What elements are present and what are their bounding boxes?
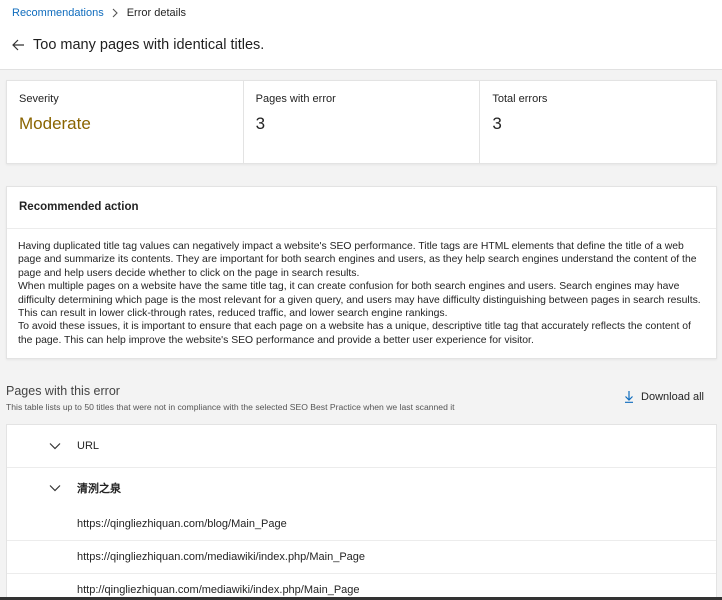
pages-table: URL 清洌之泉 https://qingliezhiquan.com/blog…: [6, 424, 717, 600]
title-group-label: 清洌之泉: [77, 483, 121, 495]
table-row[interactable]: https://qingliezhiquan.com/mediawiki/ind…: [7, 541, 716, 574]
arrow-left-icon[interactable]: [11, 38, 25, 52]
download-icon: [624, 390, 634, 403]
table-row[interactable]: https://qingliezhiquan.com/blog/Main_Pag…: [7, 508, 716, 541]
pages-with-error-label: Pages with error: [255, 93, 336, 105]
url-column-header[interactable]: URL: [77, 440, 99, 452]
error-summary-card: Severity Moderate Pages with error 3 Tot…: [6, 80, 717, 164]
title-group-row[interactable]: 清洌之泉: [7, 468, 716, 508]
pages-section-title: Pages with this error: [6, 384, 120, 398]
header: Recommendations Error details Too many p…: [0, 0, 722, 70]
pages-with-error-stat: Pages with error 3: [244, 81, 481, 163]
pages-section-subtitle: This table lists up to 50 titles that we…: [6, 402, 455, 412]
total-errors-value: 3: [492, 114, 502, 133]
url-cell: http://qingliezhiquan.com/mediawiki/inde…: [77, 584, 360, 596]
recommended-paragraph: When multiple pages on a website have th…: [18, 281, 701, 320]
total-errors-stat: Total errors 3: [480, 81, 716, 163]
url-cell: https://qingliezhiquan.com/mediawiki/ind…: [77, 551, 366, 563]
table-header-row: URL: [7, 425, 716, 468]
page-title: Too many pages with identical titles.: [33, 37, 265, 53]
pages-with-error-value: 3: [255, 114, 266, 133]
chevron-down-icon[interactable]: [49, 442, 61, 450]
download-all-label: Download all: [641, 390, 704, 403]
url-cell: https://qingliezhiquan.com/blog/Main_Pag…: [77, 518, 287, 530]
severity-stat: Severity Moderate: [7, 81, 244, 163]
recommended-action-heading: Recommended action: [7, 187, 716, 229]
download-all-button[interactable]: Download all: [624, 390, 704, 403]
chevron-down-icon[interactable]: [49, 484, 61, 492]
breadcrumb-recommendations-link[interactable]: Recommendations: [12, 7, 104, 19]
breadcrumb: Recommendations Error details: [12, 6, 186, 20]
recommended-paragraph: To avoid these issues, it is important t…: [18, 321, 691, 346]
chevron-right-icon: [112, 8, 118, 18]
severity-label: Severity: [19, 93, 59, 105]
severity-value: Moderate: [19, 114, 91, 133]
recommended-paragraph: Having duplicated title tag values can n…: [18, 241, 697, 279]
breadcrumb-current: Error details: [126, 7, 187, 19]
recommended-action-card: Recommended action Having duplicated tit…: [6, 186, 717, 359]
recommended-action-body: Having duplicated title tag values can n…: [7, 229, 716, 347]
total-errors-label: Total errors: [492, 93, 548, 105]
